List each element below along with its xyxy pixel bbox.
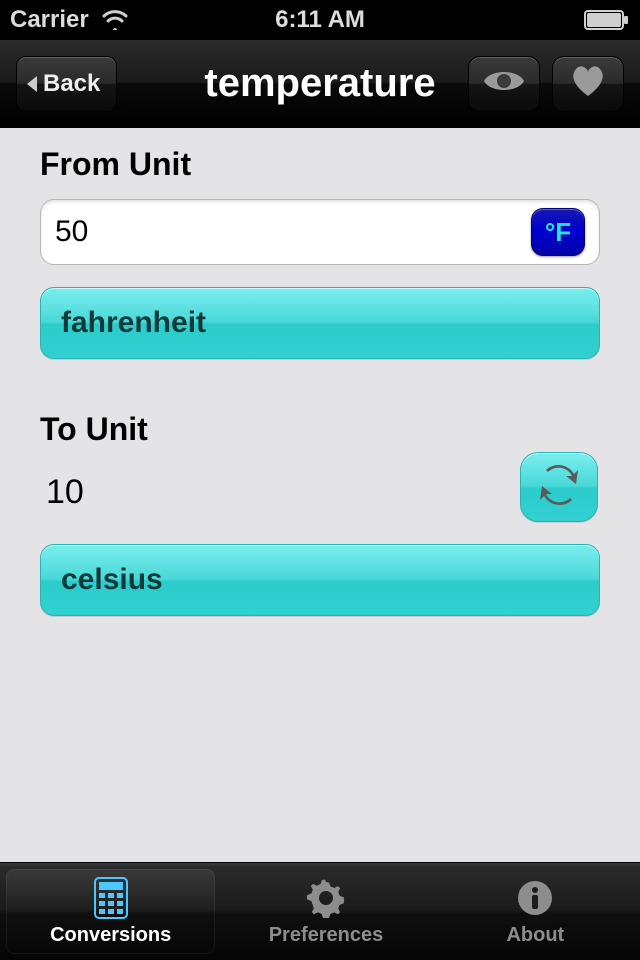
to-unit-name: celsius [61, 563, 163, 597]
gear-icon [304, 876, 348, 920]
status-bar: Carrier 6:11 AM [0, 0, 640, 40]
tab-conversions[interactable]: Conversions [6, 869, 215, 954]
tab-conversions-label: Conversions [50, 924, 171, 947]
from-section: From Unit °F fahrenheit [40, 146, 600, 359]
to-value-row: 10 °C [40, 464, 600, 516]
heart-icon [568, 64, 608, 103]
from-value-field-wrap[interactable]: °F [40, 199, 600, 265]
calculator-icon [89, 876, 133, 920]
from-unit-chip[interactable]: °F [531, 208, 585, 256]
tab-about[interactable]: About [431, 863, 640, 960]
swap-icon [536, 462, 582, 513]
from-value-input[interactable] [55, 215, 531, 249]
favorite-button[interactable] [552, 56, 624, 112]
back-button-label: Back [43, 70, 100, 98]
status-time: 6:11 AM [0, 6, 640, 34]
back-button[interactable]: Back [16, 56, 117, 112]
from-unit-symbol: °F [545, 217, 571, 248]
to-value-output: 10 [46, 473, 540, 512]
content-area: From Unit °F fahrenheit To Unit 10 °C [0, 128, 640, 862]
nav-bar: Back temperature [0, 40, 640, 128]
eye-icon [482, 67, 526, 100]
from-unit-label: From Unit [40, 146, 600, 183]
tab-preferences-label: Preferences [269, 924, 384, 947]
swap-button[interactable] [520, 452, 598, 522]
info-icon [513, 876, 557, 920]
tab-bar: Conversions Preferences About [0, 862, 640, 960]
from-unit-select[interactable]: fahrenheit [40, 287, 600, 359]
visibility-button[interactable] [468, 56, 540, 112]
from-unit-name: fahrenheit [61, 306, 206, 340]
to-unit-label: To Unit [40, 411, 600, 448]
to-unit-select[interactable]: celsius [40, 544, 600, 616]
tab-about-label: About [506, 924, 564, 947]
tab-preferences[interactable]: Preferences [221, 863, 430, 960]
to-section: To Unit 10 °C celsius [40, 411, 600, 616]
